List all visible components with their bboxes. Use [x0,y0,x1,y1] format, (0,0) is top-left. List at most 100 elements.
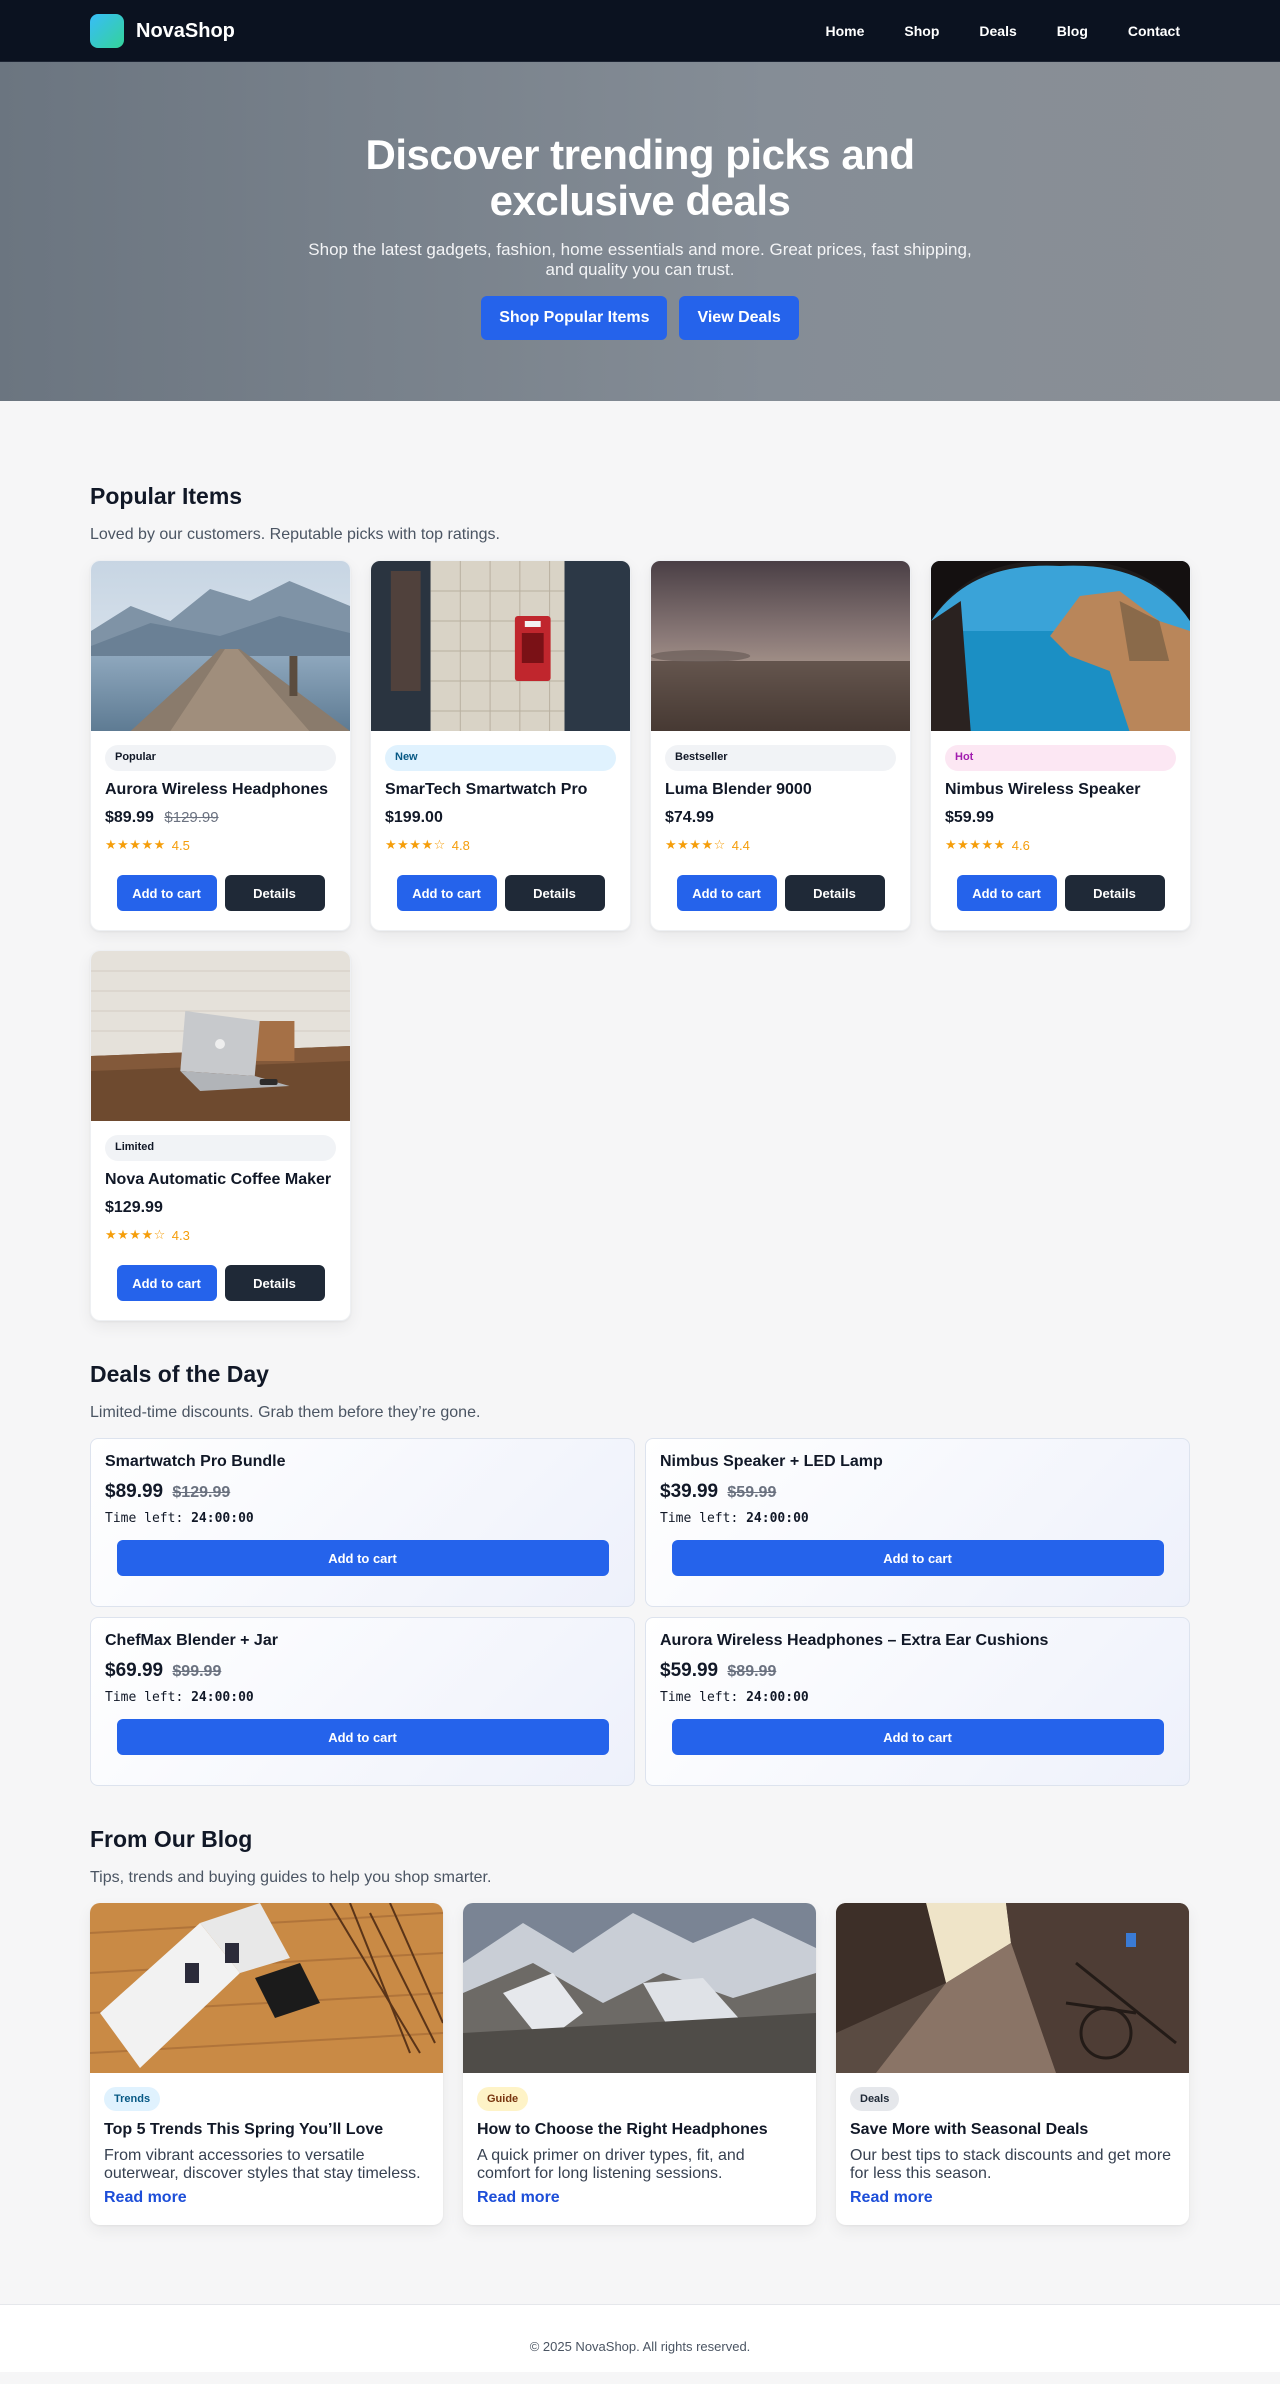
nav-link-blog[interactable]: Blog [1057,23,1088,39]
product-price-row: $199.00 [385,809,616,827]
deal-add-to-cart-button[interactable]: Add to cart [116,1540,609,1576]
product-price: $199.00 [385,809,443,826]
blog-tag: Guide [477,2087,529,2111]
star-rating-icon: ★★★★☆ [385,837,446,852]
add-to-cart-button[interactable]: Add to cart [676,875,777,911]
product-grid: Popular Aurora Wireless Headphones $89.9… [90,560,1191,1321]
view-deals-button[interactable]: View Deals [679,296,799,340]
section-title: Deals of the Day [90,1361,269,1387]
timer-label: Time left: [105,1511,184,1526]
product-price-row: $89.99 $129.99 [105,809,336,827]
product-image[interactable] [91,561,350,731]
blog-post-title[interactable]: Top 5 Trends This Spring You’ll Love [104,2121,429,2139]
main-content: Popular Items Loved by our customers. Re… [90,401,1191,2304]
deal-old-price: $59.99 [727,1484,777,1501]
deal-price-row: $39.99 $59.99 [660,1481,1175,1503]
details-button[interactable]: Details [224,875,325,911]
section-subtitle: Limited-time discounts. Grab them before… [90,1404,481,1421]
deal-add-to-cart-button[interactable]: Add to cart [671,1540,1164,1576]
product-name: Nimbus Wireless Speaker [945,781,1141,798]
add-to-cart-button[interactable]: Add to cart [956,875,1057,911]
blog-post-card: Guide How to Choose the Right Headphones… [463,1903,816,2225]
product-name: Nova Automatic Coffee Maker [105,1171,332,1188]
hero-actions: Shop Popular Items View Deals [0,296,1280,340]
nav-link-shop[interactable]: Shop [904,23,939,39]
blog-post-image[interactable] [463,1903,816,2073]
shop-popular-button[interactable]: Shop Popular Items [481,296,668,340]
deal-timer: Time left: 24:00:00 [660,1690,1175,1705]
deal-timer: Time left: 24:00:00 [105,1511,620,1526]
details-button[interactable]: Details [224,1265,325,1301]
deal-timer: Time left: 24:00:00 [660,1511,1175,1526]
product-price-row: $129.99 [105,1199,336,1217]
product-image[interactable] [651,561,910,731]
section-title: Popular Items [90,483,243,509]
details-button[interactable]: Details [784,875,885,911]
read-more-link[interactable]: Read more [850,2189,1175,2207]
product-rating: ★★★★☆ 4.3 [105,1227,336,1243]
deal-card: ChefMax Blender + Jar $69.99 $99.99 Time… [90,1617,635,1786]
hero-subtitle: Shop the latest gadgets, fashion, home e… [308,240,972,279]
add-to-cart-button[interactable]: Add to cart [116,1265,217,1301]
details-button[interactable]: Details [1064,875,1165,911]
deal-price: $59.99 [660,1660,719,1681]
deal-add-to-cart-button[interactable]: Add to cart [671,1719,1164,1755]
deal-price: $89.99 [105,1481,164,1502]
blog-section: From Our Blog Tips, trends and buying gu… [90,1786,1190,2304]
product-card: Hot Nimbus Wireless Speaker $59.99 ★★★★★… [930,560,1191,931]
deal-card: Smartwatch Pro Bundle $89.99 $129.99 Tim… [90,1438,635,1607]
product-old-price: $129.99 [164,809,219,826]
product-price: $59.99 [945,809,994,826]
blog-post-excerpt: From vibrant accessories to versatile ou… [104,2147,421,2182]
add-to-cart-button[interactable]: Add to cart [396,875,497,911]
star-rating-icon: ★★★★☆ [105,1227,166,1242]
deal-card: Aurora Wireless Headphones – Extra Ear C… [645,1617,1190,1786]
add-to-cart-button[interactable]: Add to cart [116,875,217,911]
brand[interactable]: NovaShop [90,14,235,48]
popular-items-section: Popular Items Loved by our customers. Re… [90,401,1191,1321]
brand-logo-icon [90,14,124,48]
blog-post-card: Trends Top 5 Trends This Spring You’ll L… [90,1903,443,2225]
deals-section: Deals of the Day Limited-time discounts.… [90,1321,1190,1786]
product-image[interactable] [371,561,630,731]
product-image[interactable] [931,561,1190,731]
blog-post-image[interactable] [836,1903,1189,2073]
product-card: Popular Aurora Wireless Headphones $89.9… [90,560,351,931]
deal-price-row: $59.99 $89.99 [660,1660,1175,1682]
blog-post-title[interactable]: Save More with Seasonal Deals [850,2121,1175,2139]
product-price: $89.99 [105,809,154,826]
product-name: SmarTech Smartwatch Pro [385,781,588,798]
deal-add-to-cart-button[interactable]: Add to cart [116,1719,609,1755]
timer-value: 24:00:00 [746,1511,809,1526]
brand-name: NovaShop [136,19,235,42]
product-badge: New [385,745,616,771]
product-card: Limited Nova Automatic Coffee Maker $129… [90,950,351,1321]
hero-title: Discover trending picks and exclusive de… [365,131,916,224]
nav-link-contact[interactable]: Contact [1128,23,1180,39]
product-price: $129.99 [105,1199,163,1216]
blog-post-title[interactable]: How to Choose the Right Headphones [477,2121,802,2139]
deal-price: $69.99 [105,1660,164,1681]
blog-post-image[interactable] [90,1903,443,2073]
product-badge: Limited [105,1135,336,1161]
deal-old-price: $129.99 [172,1484,231,1501]
details-button[interactable]: Details [504,875,605,911]
section-subtitle: Tips, trends and buying guides to help y… [90,1869,492,1886]
section-subtitle: Loved by our customers. Reputable picks … [90,526,500,543]
deal-name: Aurora Wireless Headphones – Extra Ear C… [660,1632,1049,1649]
nav-link-home[interactable]: Home [826,23,865,39]
product-price: $74.99 [665,809,714,826]
blog-grid: Trends Top 5 Trends This Spring You’ll L… [90,1903,1190,2225]
hero-banner: Discover trending picks and exclusive de… [0,62,1280,401]
timer-value: 24:00:00 [191,1690,254,1705]
star-rating-icon: ★★★★☆ [665,837,726,852]
rating-value: 4.8 [451,837,470,853]
nav-link-deals[interactable]: Deals [979,23,1016,39]
read-more-link[interactable]: Read more [104,2189,429,2207]
deal-price: $39.99 [660,1481,719,1502]
product-rating: ★★★★☆ 4.8 [385,837,616,853]
read-more-link[interactable]: Read more [477,2189,802,2207]
product-price-row: $59.99 [945,809,1176,827]
deal-price-row: $89.99 $129.99 [105,1481,620,1503]
product-image[interactable] [91,951,350,1121]
